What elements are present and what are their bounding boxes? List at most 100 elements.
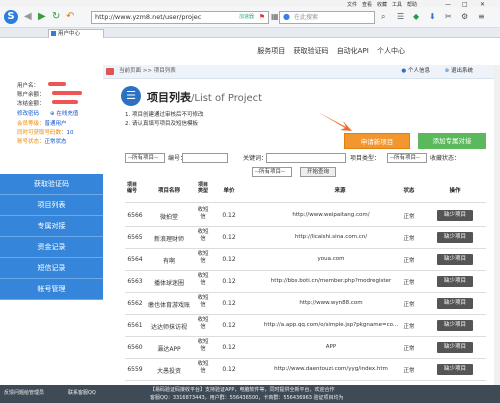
refresh-icon[interactable]: ↻ [52, 11, 60, 23]
nav-personal-center[interactable]: 个人中心 [377, 47, 405, 55]
grid-icon[interactable]: ▦ [271, 12, 279, 22]
back-icon[interactable]: ◀ [24, 11, 32, 23]
note-1: 1. 项目创建通过审核后不可修改 [125, 112, 204, 118]
type-select-2[interactable]: --所有项目-- [252, 167, 292, 177]
personal-info-link[interactable]: ● 个人信息 [401, 65, 430, 78]
sidebar-item-exclusive[interactable]: 专属对接 [0, 216, 103, 237]
notice-line-1: 【易码验证码接收平台】支持验证APP，电脑软件等，同时提供全新平台，欢迎合作 [150, 387, 335, 393]
cell-type: 收短信 [197, 207, 209, 220]
table-row: 6562 缴也体育游戏账 收短信 0.12 http://www.wyn88.com 正常… [125, 293, 486, 315]
row-action-button[interactable]: 缺少项目 [437, 232, 473, 243]
row-action-button[interactable]: 缺少项目 [437, 210, 473, 221]
tab-strip: 用户中心 [0, 28, 500, 38]
modify-password-link[interactable]: 修改密码 [17, 109, 39, 117]
accelerator-hint[interactable]: 加速器 [239, 12, 254, 23]
logout-link[interactable]: ⊗ 退出系统 [445, 65, 473, 78]
cell-source: http://bbs.boti.cn/member.php?modregiste… [270, 278, 392, 284]
cell-name: 瀛达APP [157, 346, 181, 353]
settings-icon[interactable]: ⚙ [461, 12, 468, 22]
cell-name: 大愚投资 [156, 368, 181, 375]
search-engine-icon[interactable]: ● [283, 11, 290, 22]
row-divider [125, 380, 486, 381]
username-redacted [48, 82, 66, 86]
row-action-button[interactable]: 缺少项目 [437, 364, 473, 375]
cell-price: 0.12 [222, 212, 236, 219]
table-row: 6566 微拍堂 收短信 0.12 http://www.weipaitang.com/… [125, 205, 486, 227]
cell-name: 播体球迷圈 [153, 280, 184, 287]
download-icon[interactable]: ⬇ [429, 12, 436, 22]
cell-source: http://www.wyn88.com [299, 300, 363, 306]
concurrent-value: 10 [66, 130, 74, 136]
cell-id: 6564 [127, 256, 143, 263]
table-row: 6563 播体球迷圈 收短信 0.12 http://bbs.boti.cn/membe… [125, 271, 486, 293]
table-row: 6564 有啊 收短信 0.12 youa.com 正常 缺少项目 [125, 249, 486, 271]
personal-info-label: 个人信息 [407, 68, 430, 74]
user-info-box: 用户名： 账户余额： 冻结金额： 修改密码 ⊕ 在线充值 会员等级：普通用户 同… [0, 79, 103, 179]
table-row: 6560 瀛达APP 收短信 0.12 APP 正常 缺少项目 [125, 337, 486, 359]
cell-name: 有啊 [162, 258, 175, 265]
feedback-link[interactable]: 反馈问题给管理员 [4, 389, 44, 396]
concurrent-label: 同时可获取号码数： [17, 130, 67, 136]
logout-label: 退出系统 [450, 68, 473, 74]
address-url: http://www.yzm8.net/user/projec [95, 13, 202, 21]
sidebar: 用户名： 账户余额： 冻结金额： 修改密码 ⊕ 在线充值 会员等级：普通用户 同… [0, 65, 103, 385]
browser-toolbar: S ◀ ▶ ↻ ↶ http://www.yzm8.net/user/proje… [0, 7, 500, 28]
sidebar-item-account[interactable]: 帐号管理 [0, 279, 103, 300]
query-button[interactable]: 开始查询 [300, 167, 336, 177]
collect-label: 收藏状态： [430, 155, 461, 162]
keyword-input[interactable] [266, 153, 346, 163]
home-icon [106, 68, 114, 75]
code-input[interactable] [182, 153, 228, 163]
sidebar-item-get-code[interactable]: 获取验证码 [0, 174, 103, 195]
more-icon[interactable]: ≡ [478, 12, 485, 22]
tools-icon[interactable]: ✂ [445, 12, 452, 22]
page-title-en: /List of Project [191, 93, 263, 104]
cell-status: 正常 [403, 346, 415, 352]
sidebar-item-funds[interactable]: 资金记录 [0, 237, 103, 258]
shield-icon[interactable]: ⚑ [259, 12, 265, 23]
cell-source: APP [325, 344, 337, 350]
status-label: 账号状态： [17, 139, 45, 145]
frozen-redacted [52, 100, 78, 104]
address-bar[interactable]: http://www.yzm8.net/user/projec 加速器 ⚑ [91, 11, 269, 24]
tab-favicon-icon [51, 31, 56, 36]
extension-icon[interactable]: ◆ [413, 12, 419, 22]
cell-price: 0.12 [222, 366, 236, 373]
forward-icon[interactable]: ▶ [38, 11, 46, 23]
tab-user-center[interactable]: 用户中心 [48, 29, 104, 38]
nav-services[interactable]: 服务项目 [257, 47, 285, 55]
menu-grid-icon[interactable]: ☰ [397, 12, 404, 22]
row-action-button[interactable]: 缺少项目 [437, 254, 473, 265]
add-exclusive-button[interactable]: 添加专属对接 [418, 133, 486, 149]
sidebar-item-sms-records[interactable]: 短信记录 [0, 258, 103, 279]
nav-get-code[interactable]: 获取验证码 [293, 47, 328, 55]
cell-type: 收短信 [197, 251, 209, 264]
row-action-button[interactable]: 缺少项目 [437, 320, 473, 331]
th-name: 项目名称 [157, 188, 180, 194]
highlight-arrow-icon [318, 112, 352, 131]
apply-project-button[interactable]: 申请新项目 [344, 133, 410, 149]
project-select[interactable]: --所有项目-- [125, 153, 165, 163]
cell-price: 0.12 [222, 278, 236, 285]
online-recharge-link[interactable]: ⊕ 在线充值 [50, 109, 78, 117]
undo-icon[interactable]: ↶ [66, 11, 74, 23]
status-bar: 反馈问题给管理员 联系客服QQ 【易码验证码接收平台】支持验证APP，电脑软件等… [0, 385, 500, 403]
filter-bar: --所有项目-- 编号： 关键词： 项目类型： --所有项目-- 收藏状态： -… [125, 151, 486, 181]
contact-qq-link[interactable]: 联系客服QQ [68, 389, 96, 396]
cell-type: 收短信 [197, 361, 209, 374]
cell-price: 0.12 [222, 256, 236, 263]
row-action-button[interactable]: 缺少项目 [437, 276, 473, 287]
type-select[interactable]: --所有项目-- [387, 153, 427, 163]
row-action-button[interactable]: 缺少项目 [437, 342, 473, 353]
nav-api[interactable]: 自动化API [337, 47, 369, 55]
cell-price: 0.12 [222, 322, 236, 329]
search-icon[interactable]: ⌕ [381, 12, 385, 22]
sidebar-item-project-list[interactable]: 项目列表 [0, 195, 103, 216]
cell-status: 正常 [403, 280, 415, 286]
level-label: 会员等级： [17, 121, 45, 127]
th-price: 单价 [223, 188, 235, 194]
scrollbar[interactable] [494, 65, 500, 385]
row-action-button[interactable]: 缺少项目 [437, 298, 473, 309]
cell-source: youa.com [317, 256, 345, 262]
search-input[interactable]: ● 在此搜索 [279, 11, 375, 24]
